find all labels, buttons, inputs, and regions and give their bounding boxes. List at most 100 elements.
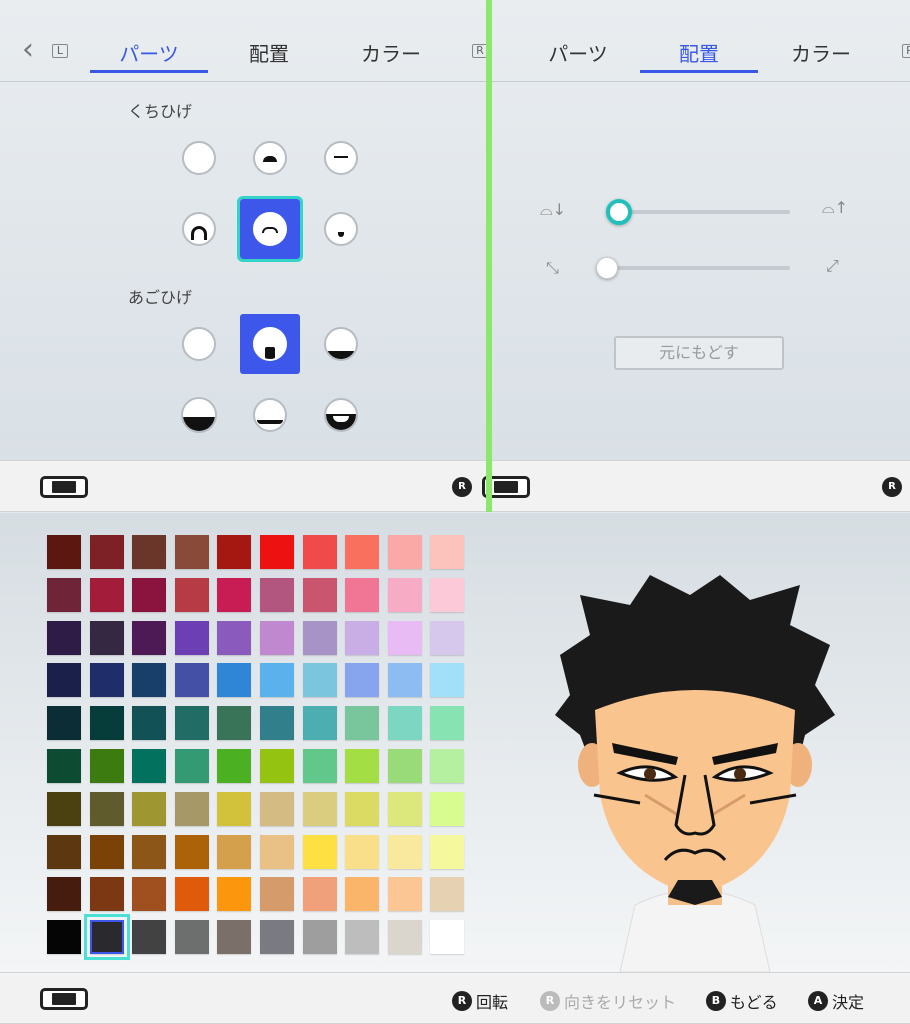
color-swatch[interactable] — [132, 791, 167, 826]
color-swatch[interactable] — [47, 877, 81, 912]
color-swatch[interactable] — [174, 920, 209, 955]
color-swatch[interactable] — [174, 535, 209, 569]
beard-option-5[interactable] — [240, 385, 300, 445]
mii-preview[interactable] — [550, 575, 840, 972]
color-swatch[interactable] — [302, 749, 337, 783]
color-swatch[interactable] — [47, 577, 81, 612]
chevron-left-icon[interactable]: ‹ — [22, 32, 34, 67]
color-swatch[interactable] — [47, 749, 81, 783]
color-swatch[interactable] — [387, 920, 422, 955]
color-swatch[interactable] — [217, 834, 252, 869]
color-swatch[interactable] — [430, 620, 465, 655]
color-swatch[interactable] — [387, 834, 422, 869]
color-swatch[interactable] — [174, 620, 209, 655]
color-swatch[interactable] — [302, 791, 337, 826]
size-slider[interactable] — [602, 266, 790, 270]
color-swatch[interactable] — [132, 877, 167, 912]
color-swatch[interactable] — [89, 877, 124, 912]
color-swatch[interactable] — [430, 877, 465, 912]
color-swatch[interactable] — [260, 877, 294, 912]
color-swatch[interactable] — [217, 749, 252, 783]
color-swatch[interactable] — [302, 920, 337, 955]
color-swatch[interactable] — [89, 535, 124, 569]
color-swatch[interactable] — [89, 706, 124, 741]
beard-option-3[interactable] — [311, 314, 371, 374]
color-swatch[interactable] — [132, 920, 167, 955]
color-swatch[interactable] — [89, 577, 124, 612]
color-swatch[interactable] — [217, 706, 252, 741]
color-swatch[interactable] — [47, 920, 81, 955]
color-swatch[interactable] — [174, 877, 209, 912]
color-swatch[interactable] — [260, 577, 294, 612]
mustache-option-6[interactable] — [311, 199, 371, 259]
tab-parts[interactable]: パーツ — [90, 38, 208, 73]
color-swatch[interactable] — [132, 749, 167, 783]
vertical-position-slider-knob[interactable] — [606, 199, 632, 225]
color-swatch[interactable] — [387, 791, 422, 826]
color-swatch[interactable] — [430, 577, 465, 612]
color-swatch[interactable] — [217, 620, 252, 655]
color-swatch[interactable] — [47, 620, 81, 655]
tab-color[interactable]: カラー — [762, 38, 880, 67]
color-swatch[interactable] — [302, 877, 337, 912]
color-swatch[interactable] — [302, 834, 337, 869]
tab-parts[interactable]: パーツ — [519, 38, 637, 67]
color-swatch[interactable] — [302, 663, 337, 698]
color-swatch[interactable] — [345, 706, 380, 741]
color-swatch[interactable] — [217, 663, 252, 698]
color-swatch[interactable] — [387, 663, 422, 698]
color-swatch[interactable] — [387, 706, 422, 741]
color-swatch[interactable] — [47, 706, 81, 741]
color-swatch[interactable] — [260, 620, 294, 655]
beard-option-4[interactable] — [169, 385, 229, 445]
color-swatch[interactable] — [132, 663, 167, 698]
color-swatch[interactable] — [217, 577, 252, 612]
beard-option-6[interactable] — [311, 385, 371, 445]
mustache-option-3[interactable] — [311, 128, 371, 188]
color-swatch[interactable] — [387, 877, 422, 912]
back-hint[interactable]: B もどる — [706, 989, 778, 1013]
color-swatch[interactable] — [345, 749, 380, 783]
color-swatch[interactable] — [260, 749, 294, 783]
color-swatch[interactable] — [47, 834, 81, 869]
color-swatch[interactable] — [89, 791, 124, 826]
color-swatch[interactable] — [302, 620, 337, 655]
color-swatch[interactable] — [430, 920, 465, 955]
color-swatch[interactable] — [345, 535, 380, 569]
color-swatch[interactable] — [174, 663, 209, 698]
color-swatch[interactable] — [260, 663, 294, 698]
mustache-option-2[interactable] — [240, 128, 300, 188]
color-swatch[interactable] — [302, 535, 337, 569]
color-swatch[interactable] — [345, 663, 380, 698]
rotate-hint[interactable]: R 回転 — [452, 989, 508, 1013]
color-swatch[interactable] — [430, 834, 465, 869]
color-swatch[interactable] — [387, 535, 422, 569]
beard-option-2-selected[interactable] — [240, 314, 300, 374]
color-swatch[interactable] — [345, 577, 380, 612]
color-swatch[interactable] — [302, 706, 337, 741]
reset-orientation-hint[interactable]: R 向きをリセット — [540, 989, 676, 1013]
color-swatch[interactable] — [345, 877, 380, 912]
color-swatch[interactable] — [174, 577, 209, 612]
color-swatch[interactable] — [260, 706, 294, 741]
color-swatch[interactable] — [217, 535, 252, 569]
mustache-option-4[interactable] — [169, 199, 229, 259]
vertical-position-slider[interactable] — [610, 210, 790, 214]
color-swatch[interactable] — [345, 834, 380, 869]
color-swatch[interactable] — [217, 877, 252, 912]
color-swatch[interactable] — [174, 791, 209, 826]
color-swatch[interactable] — [260, 535, 294, 569]
color-swatch[interactable] — [89, 663, 124, 698]
color-swatch[interactable] — [132, 620, 167, 655]
color-swatch[interactable] — [260, 791, 294, 826]
color-swatch[interactable] — [387, 577, 422, 612]
color-swatch[interactable] — [387, 749, 422, 783]
color-swatch[interactable] — [89, 620, 124, 655]
color-swatch[interactable] — [345, 620, 380, 655]
color-swatch[interactable] — [345, 791, 380, 826]
color-swatch[interactable] — [345, 920, 380, 955]
color-swatch[interactable] — [387, 620, 422, 655]
color-swatch[interactable] — [47, 663, 81, 698]
color-swatch[interactable] — [47, 791, 81, 826]
confirm-hint[interactable]: A 決定 — [808, 989, 864, 1013]
